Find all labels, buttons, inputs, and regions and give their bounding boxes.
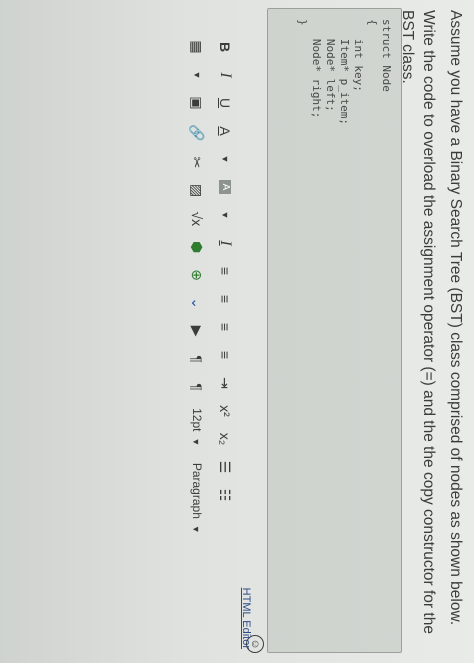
toolbar-row-1: B I U A ▼ A ▼ I ≡ ≡ ≡ ≡ ⇥ x² x₂ ☰ ☷	[211, 40, 239, 640]
highlight-color-button[interactable]: A	[219, 180, 231, 194]
font-size-value: 12pt	[190, 408, 204, 432]
italic-button[interactable]: I	[216, 68, 234, 82]
superscript-button[interactable]: x²	[217, 404, 233, 418]
image-icon[interactable]: ▨	[189, 183, 206, 197]
code-line: Node* left;	[324, 19, 337, 112]
paragraph-select[interactable]: Paragraph ▼	[190, 463, 204, 536]
question-text: Assume you have a Binary Search Tree (BS…	[391, 10, 466, 650]
equation-icon[interactable]: √x	[189, 211, 205, 226]
chevron-down-icon: ▼	[191, 437, 201, 447]
table-icon[interactable]: ▦	[189, 40, 206, 54]
unlink-icon[interactable]: ✂	[189, 155, 206, 169]
toolbar-row-2: ▦ ▼ ▣ 🔗 ✂ ▨ √x ⬢ ⊕ ⌄ ▶ ¶ ¶ 12pt ▼ Paragr…	[183, 40, 211, 640]
video-icon[interactable]: ▶	[189, 324, 206, 338]
justify-icon[interactable]: ≡	[217, 348, 233, 362]
chevron-down-icon: ▼	[191, 524, 201, 534]
underline-button[interactable]: U	[217, 96, 233, 110]
bold-button[interactable]: B	[217, 40, 233, 54]
align-right-icon[interactable]: ≡	[217, 320, 233, 334]
dropdown-v-icon[interactable]: ⌄	[189, 296, 206, 310]
bullet-list-icon[interactable]: ☰	[217, 460, 234, 474]
paragraph-value: Paragraph	[190, 462, 204, 519]
code-line: {	[366, 19, 379, 26]
link-icon[interactable]: 🔗	[189, 124, 206, 141]
question-line-2: Write the code to overload the assignmen…	[399, 10, 437, 634]
font-size-select[interactable]: 12pt ▼	[190, 408, 204, 449]
rtl-icon[interactable]: ¶	[189, 380, 205, 394]
code-line: int key;	[352, 19, 365, 92]
clear-formatting-button[interactable]: I	[216, 236, 234, 250]
code-line: }	[296, 19, 309, 26]
code-line: struct Node	[380, 19, 393, 92]
editor-toolbar: B I U A ▼ A ▼ I ≡ ≡ ≡ ≡ ⇥ x² x₂ ☰ ☷ ▦ ▼ …	[183, 40, 239, 640]
ltr-icon[interactable]: ¶	[189, 352, 205, 366]
chevron-down-icon[interactable]: ▼	[220, 208, 230, 222]
embed-icon[interactable]: ⊕	[189, 268, 206, 282]
media-icon[interactable]: ▣	[189, 96, 206, 110]
code-line: Item* p_item;	[338, 19, 351, 125]
html-editor-link[interactable]: HTML Editor	[240, 588, 252, 649]
page: Assume you have a Binary Search Tree (BS…	[0, 0, 474, 663]
font-color-button[interactable]: A	[217, 124, 233, 138]
code-line: Node* right;	[310, 19, 323, 119]
align-left-icon[interactable]: ≡	[217, 264, 233, 278]
lti-tool-icon[interactable]: ⬢	[189, 240, 206, 254]
question-line-1: Assume you have a Binary Search Tree (BS…	[447, 10, 464, 626]
align-center-icon[interactable]: ≡	[217, 292, 233, 306]
indent-icon[interactable]: ⇥	[217, 376, 234, 390]
chevron-down-icon[interactable]: ▼	[220, 152, 230, 166]
chevron-down-icon[interactable]: ▼	[192, 68, 202, 82]
subscript-button[interactable]: x₂	[217, 432, 233, 446]
code-block: struct Node { int key; Item* p_item; Nod…	[267, 8, 402, 653]
numbered-list-icon[interactable]: ☷	[217, 488, 234, 502]
